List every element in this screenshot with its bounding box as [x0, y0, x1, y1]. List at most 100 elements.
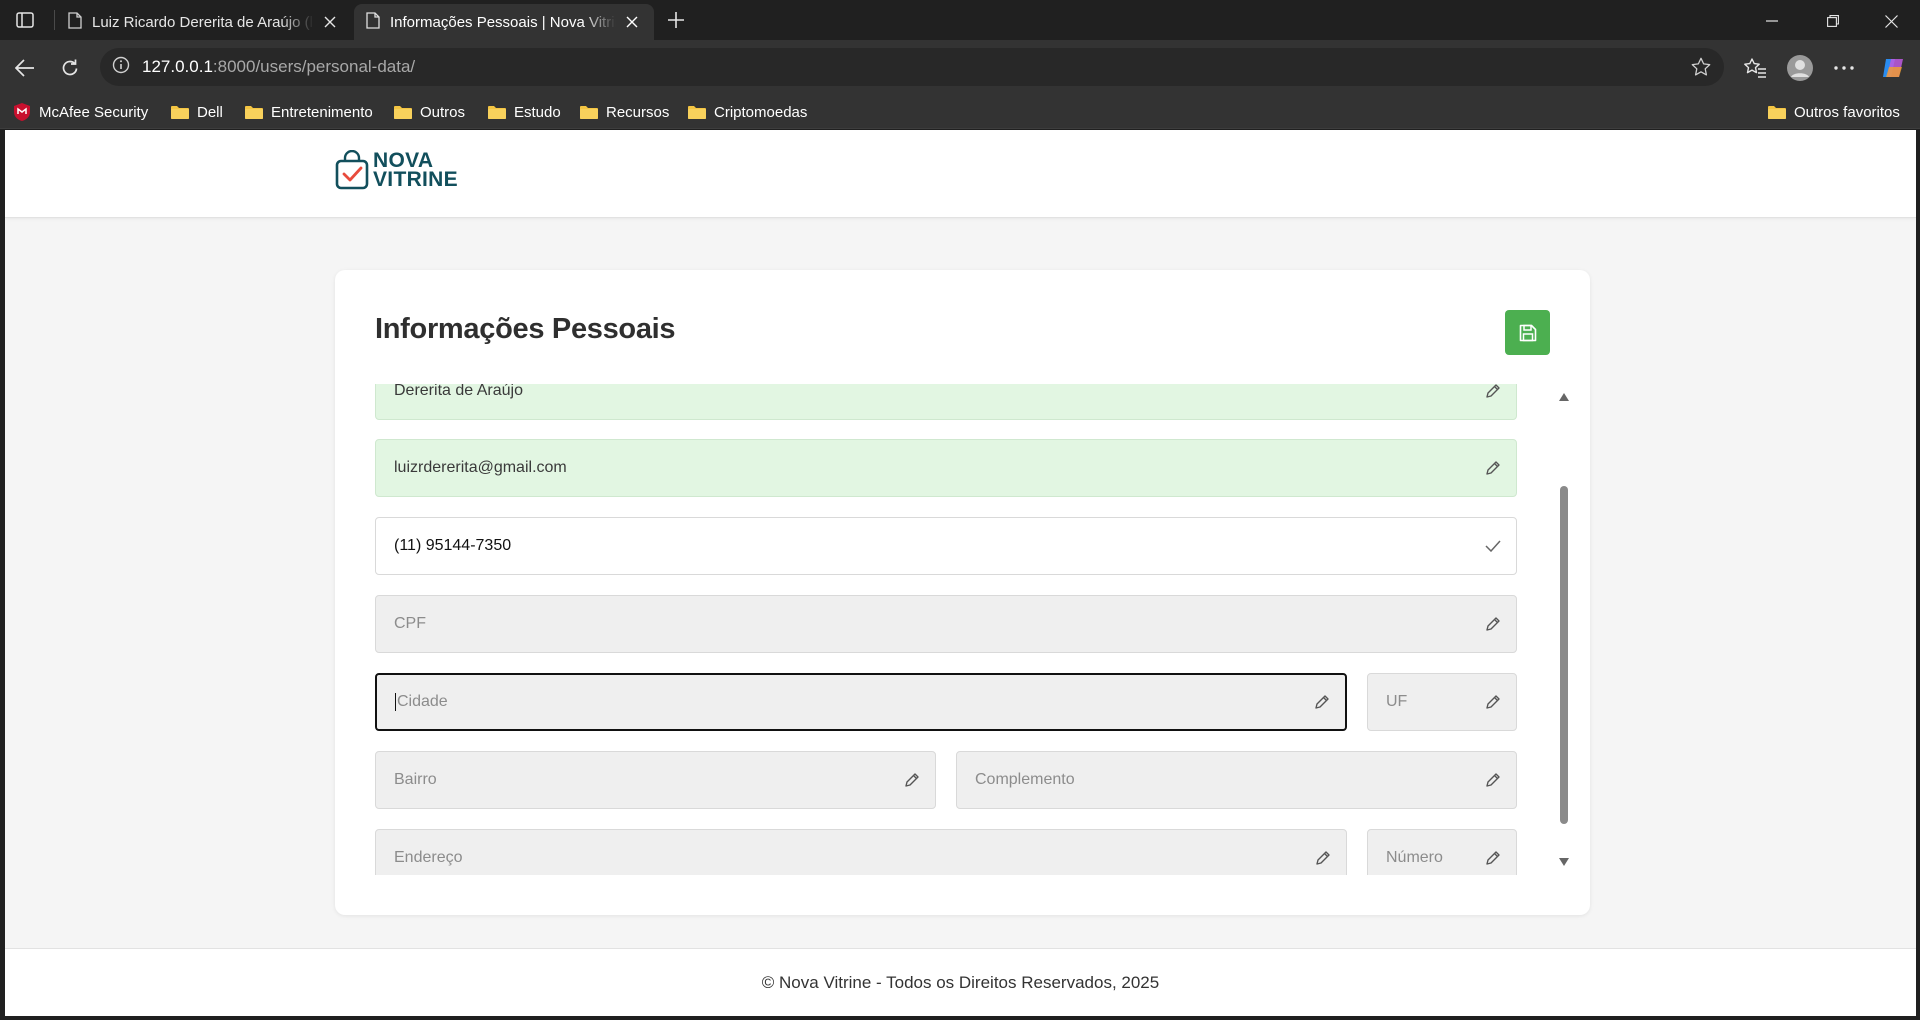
pencil-icon[interactable] — [1313, 693, 1331, 711]
logo-text: NOVA VITRINE — [373, 150, 458, 191]
pencil-icon[interactable] — [903, 771, 921, 789]
city-placeholder: Cidade — [397, 693, 448, 710]
browser-tab-bar: Luiz Ricardo Dererita de Araújo (luizrde… — [0, 0, 1920, 40]
scroll-up-arrow-icon[interactable] — [1559, 393, 1569, 401]
address-field[interactable]: Endereço — [375, 829, 1347, 875]
address-bar[interactable]: 127.0.0.1:8000/users/personal-data/ — [100, 48, 1724, 86]
tab-separator — [54, 10, 55, 30]
tab-title: Luiz Ricardo Dererita de Araújo (luizrde… — [92, 13, 314, 31]
close-icon[interactable] — [320, 12, 340, 32]
site-info-icon[interactable] — [112, 56, 130, 79]
floppy-disk-icon — [1519, 324, 1537, 342]
complement-placeholder: Complemento — [975, 771, 1075, 788]
text-caret — [395, 693, 396, 711]
site-header: NOVA VITRINE — [5, 130, 1916, 218]
tab-profile[interactable]: Luiz Ricardo Dererita de Araújo (luizrde… — [56, 4, 352, 40]
page-title: Informações Pessoais — [375, 313, 676, 345]
restore-icon[interactable] — [1820, 8, 1846, 34]
folder-icon — [1768, 106, 1786, 119]
bookmark-label: McAfee Security — [39, 103, 149, 121]
close-window-icon[interactable] — [1878, 8, 1904, 34]
number-field[interactable]: Número — [1367, 829, 1517, 875]
save-button[interactable] — [1505, 310, 1550, 355]
form-scroll-area[interactable]: Dererita de Araújo luizrdererita@gmail.c… — [375, 384, 1550, 875]
bookmark-folder-dell[interactable]: Dell — [170, 100, 223, 124]
bookmark-folder-criptomoedas[interactable]: Criptomoedas — [687, 100, 807, 124]
pencil-icon[interactable] — [1484, 615, 1502, 633]
site-footer: © Nova Vitrine - Todos os Direitos Reser… — [5, 948, 1916, 1016]
bookmark-label: Estudo — [514, 103, 561, 121]
cpf-placeholder: CPF — [394, 615, 426, 632]
uf-field[interactable]: UF — [1367, 673, 1517, 731]
bookmark-label: Criptomoedas — [714, 103, 808, 121]
email-value: luizrdererita@gmail.com — [394, 459, 567, 476]
bookmark-label: Outros favoritos — [1794, 103, 1900, 121]
bookmark-folder-estudo[interactable]: Estudo — [487, 100, 561, 124]
folder-icon — [688, 106, 706, 119]
folder-icon — [245, 106, 263, 119]
complement-field[interactable]: Complemento — [956, 751, 1517, 809]
pencil-icon[interactable] — [1484, 771, 1502, 789]
page-icon — [68, 11, 82, 33]
pencil-icon[interactable] — [1484, 459, 1502, 477]
logo-line-2: VITRINE — [373, 168, 458, 191]
reload-icon[interactable] — [55, 53, 85, 83]
copilot-icon[interactable] — [1878, 53, 1908, 83]
checkmark-icon[interactable] — [1484, 537, 1502, 555]
phone-value: (11) 95144-7350 — [394, 537, 512, 554]
bookmark-label: Dell — [197, 103, 223, 121]
bookmark-mcafee[interactable]: McAfee Security — [12, 100, 148, 124]
bookmark-label: Recursos — [606, 103, 670, 121]
uf-placeholder: UF — [1386, 693, 1408, 710]
sidebar-toggle-icon[interactable] — [13, 10, 37, 30]
last-name-field[interactable]: Dererita de Araújo — [375, 384, 1517, 420]
back-arrow-icon[interactable] — [10, 53, 40, 83]
neighborhood-field[interactable]: Bairro — [375, 751, 936, 809]
bookmarks-bar: McAfee Security Dell Entretenimento Outr… — [0, 95, 1920, 129]
favorites-list-icon[interactable] — [1740, 53, 1770, 83]
folder-icon — [580, 106, 598, 119]
url-path: :8000/users/personal-data/ — [212, 57, 416, 76]
mcafee-shield-icon — [12, 102, 32, 122]
bookmark-folder-outros[interactable]: Outros — [393, 100, 465, 124]
form-scrollbar[interactable] — [1557, 384, 1571, 875]
bookmark-label: Outros — [420, 103, 466, 121]
profile-avatar-icon[interactable] — [1785, 53, 1815, 83]
pencil-icon[interactable] — [1314, 849, 1332, 867]
bookmark-folder-entretenimento[interactable]: Entretenimento — [244, 100, 373, 124]
number-placeholder: Número — [1386, 849, 1443, 866]
url-host: 127.0.0.1 — [142, 57, 213, 76]
url-text[interactable]: 127.0.0.1:8000/users/personal-data/ — [142, 57, 415, 77]
bookmark-folder-recursos[interactable]: Recursos — [579, 100, 669, 124]
folder-icon — [488, 106, 506, 119]
scrollbar-thumb[interactable] — [1560, 486, 1568, 824]
new-tab-plus-icon[interactable] — [664, 8, 688, 32]
email-field[interactable]: luizrdererita@gmail.com — [375, 439, 1517, 497]
cpf-field[interactable]: CPF — [375, 595, 1517, 653]
pencil-icon[interactable] — [1484, 849, 1502, 867]
scroll-down-arrow-icon[interactable] — [1559, 858, 1569, 866]
page-icon — [366, 11, 380, 33]
city-field[interactable]: Cidade — [375, 673, 1347, 731]
page-viewport: NOVA VITRINE Informações Pessoais Dereri… — [5, 130, 1916, 1016]
phone-field[interactable]: (11) 95144-7350 — [375, 517, 1517, 575]
browser-toolbar: 127.0.0.1:8000/users/personal-data/ — [0, 40, 1920, 95]
address-placeholder: Endereço — [394, 849, 463, 866]
personal-data-card: Informações Pessoais Dererita de Araújo … — [335, 270, 1590, 915]
favorite-star-icon[interactable] — [1690, 56, 1712, 83]
pencil-icon[interactable] — [1484, 693, 1502, 711]
bookmark-folder-outros-favoritos[interactable]: Outros favoritos — [1767, 100, 1900, 124]
tab-personal-data[interactable]: Informações Pessoais | Nova Vitrine — [354, 4, 654, 40]
shopping-bag-logo-icon — [335, 150, 369, 190]
minimize-icon[interactable] — [1759, 8, 1785, 34]
last-name-value: Dererita de Araújo — [394, 384, 523, 399]
neighborhood-placeholder: Bairro — [394, 771, 437, 788]
bookmark-label: Entretenimento — [271, 103, 373, 121]
folder-icon — [394, 106, 412, 119]
copyright-text: © Nova Vitrine - Todos os Direitos Reser… — [761, 972, 1160, 992]
more-menu-icon[interactable] — [1829, 53, 1859, 83]
folder-icon — [171, 106, 189, 119]
close-icon[interactable] — [622, 12, 642, 32]
pencil-icon[interactable] — [1484, 384, 1502, 400]
site-logo[interactable]: NOVA VITRINE — [335, 150, 458, 190]
